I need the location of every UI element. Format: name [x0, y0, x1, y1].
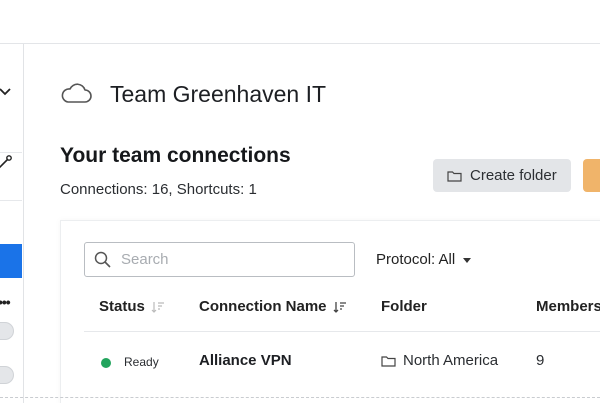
column-header-folder[interactable]: Folder	[381, 298, 427, 315]
search-icon	[94, 251, 111, 268]
folder-cell[interactable]: North America	[381, 352, 498, 369]
sidebar: •••	[0, 44, 24, 403]
main-panel: Team Greenhaven IT Your team connections…	[24, 44, 600, 403]
connection-counts: Connections: 16, Shortcuts: 1	[60, 181, 257, 198]
column-header-members[interactable]: Members	[536, 298, 600, 315]
cloud-icon	[61, 83, 92, 103]
table-row[interactable]: Ready Alliance VPN North America 9	[61, 345, 600, 375]
protocol-filter-label: Protocol: All	[376, 251, 456, 268]
search-box[interactable]	[84, 242, 355, 277]
folder-icon	[381, 355, 396, 367]
new-connection-button[interactable]	[583, 159, 600, 192]
sidebar-item-active[interactable]	[0, 244, 22, 278]
folder-name: North America	[403, 352, 499, 369]
sidebar-toggle[interactable]	[0, 322, 14, 340]
table-header-divider	[84, 331, 600, 332]
chevron-down-icon[interactable]	[0, 84, 12, 98]
sidebar-toggle[interactable]	[0, 366, 14, 384]
folder-icon	[447, 170, 462, 182]
page-title: Your team connections	[60, 144, 291, 167]
connection-name[interactable]: Alliance VPN	[199, 352, 292, 369]
pen-icon[interactable]	[0, 154, 12, 170]
more-icon[interactable]: •••	[0, 294, 11, 310]
sort-icon	[151, 301, 164, 313]
sidebar-divider	[0, 200, 22, 201]
top-bar	[0, 0, 600, 44]
status-indicator	[101, 358, 111, 368]
team-title: Team Greenhaven IT	[110, 81, 327, 107]
connections-card: Protocol: All Status Connection Name Fol…	[60, 220, 600, 403]
status-text: Ready	[124, 355, 159, 369]
create-folder-label: Create folder	[470, 167, 557, 184]
sort-icon	[333, 301, 346, 313]
column-header-status[interactable]: Status	[99, 298, 165, 315]
caret-down-icon	[463, 257, 472, 263]
bottom-edge	[0, 397, 600, 398]
create-folder-button[interactable]: Create folder	[433, 159, 571, 192]
search-input[interactable]	[121, 251, 341, 268]
protocol-filter[interactable]: Protocol: All	[376, 251, 472, 268]
sidebar-divider	[0, 152, 22, 153]
column-header-connection-name[interactable]: Connection Name	[199, 298, 347, 315]
members-count: 9	[536, 352, 545, 369]
